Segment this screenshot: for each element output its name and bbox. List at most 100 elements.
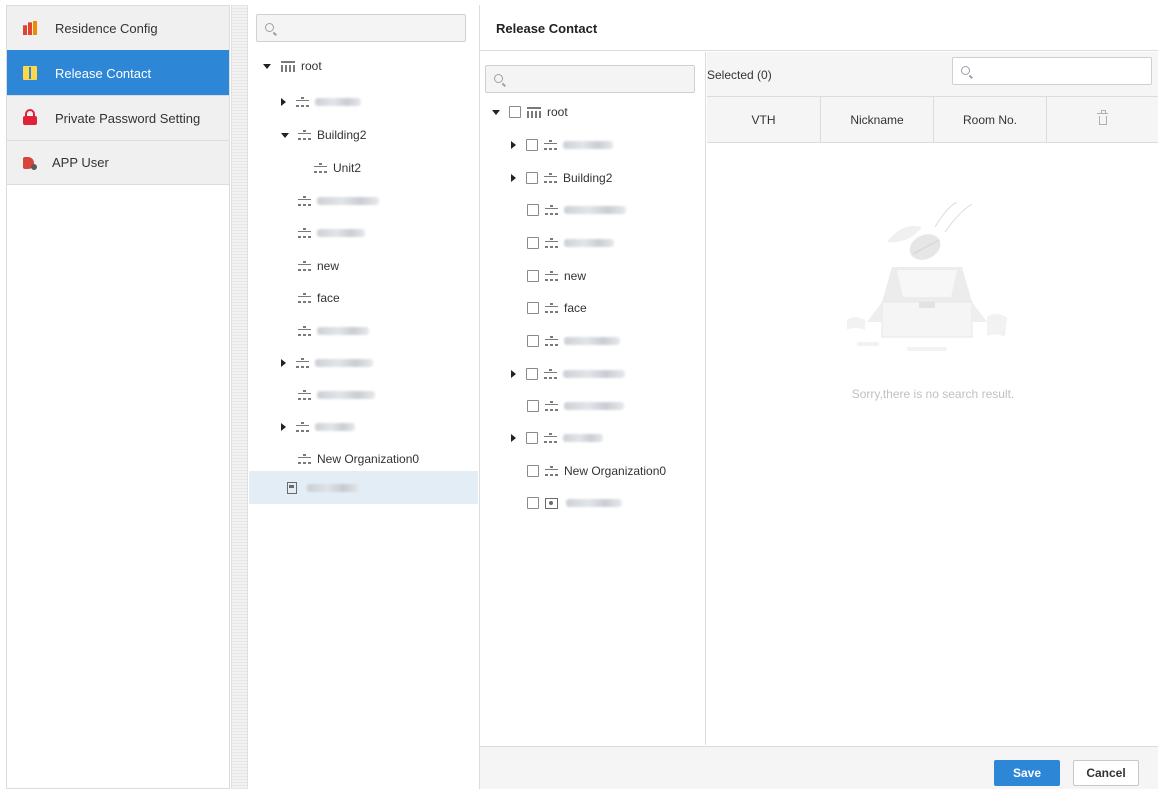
collapse-arrow-icon[interactable] xyxy=(281,132,289,138)
save-button[interactable]: Save xyxy=(994,760,1060,786)
nav-item-residence-config[interactable]: Residence Config xyxy=(7,5,229,50)
expand-arrow-icon[interactable] xyxy=(281,98,286,106)
org-tree-node-root[interactable]: root xyxy=(263,56,322,76)
book-icon xyxy=(23,66,37,80)
search-icon xyxy=(494,74,503,83)
contact-tree-column: root Building2 new face New Organization… xyxy=(480,52,706,745)
checkbox[interactable] xyxy=(526,432,538,444)
blurred-node-label xyxy=(307,483,359,492)
checkbox[interactable] xyxy=(526,368,538,380)
expand-arrow-icon[interactable] xyxy=(511,174,516,182)
nav-item-label: Release Contact xyxy=(55,65,152,81)
contact-tree-node[interactable] xyxy=(527,200,626,220)
checkbox[interactable] xyxy=(527,270,539,282)
selected-contacts-column: Selected (0) VTH Nickname Room No. Sorry… xyxy=(707,52,1158,745)
empty-box-illustration xyxy=(847,202,1007,351)
trash-icon[interactable] xyxy=(1097,109,1108,125)
checkbox[interactable] xyxy=(527,204,539,216)
delete-all-column[interactable] xyxy=(1047,97,1158,143)
tree-node-label: Building2 xyxy=(563,171,613,185)
organization-icon xyxy=(544,433,557,443)
contact-tree-node[interactable] xyxy=(511,364,625,384)
contact-tree-node[interactable] xyxy=(527,331,620,351)
root-org-icon xyxy=(281,60,295,72)
nav-item-app-user[interactable]: APP User xyxy=(7,140,229,185)
contact-card-icon xyxy=(545,497,558,509)
selected-search-input[interactable] xyxy=(953,58,1151,84)
app-user-icon xyxy=(23,156,37,170)
contact-tree-node-root[interactable]: root xyxy=(492,102,568,122)
blurred-node-label xyxy=(563,434,603,442)
organization-icon xyxy=(296,97,309,107)
organization-icon xyxy=(544,140,557,150)
column-header-nickname[interactable]: Nickname xyxy=(821,97,934,143)
collapse-arrow-icon[interactable] xyxy=(492,109,500,115)
expand-arrow-icon[interactable] xyxy=(511,141,516,149)
organization-icon xyxy=(544,173,557,183)
org-search-input[interactable] xyxy=(257,15,465,41)
contact-tree-search-input[interactable] xyxy=(486,66,694,92)
blurred-node-label xyxy=(317,197,379,205)
contact-tree-node-face[interactable]: face xyxy=(527,298,587,318)
selected-search-box xyxy=(952,57,1152,85)
org-tree-node[interactable] xyxy=(298,191,379,211)
organization-icon xyxy=(545,205,558,215)
org-tree-node[interactable] xyxy=(298,223,365,243)
organization-icon xyxy=(314,163,327,173)
checkbox[interactable] xyxy=(509,106,521,118)
org-tree-node[interactable] xyxy=(281,353,373,373)
org-tree-node[interactable] xyxy=(298,321,369,341)
checkbox[interactable] xyxy=(527,400,539,412)
contact-tree-node-building2[interactable]: Building2 xyxy=(511,168,612,188)
checkbox[interactable] xyxy=(526,172,538,184)
nav-item-release-contact[interactable]: Release Contact xyxy=(7,50,229,95)
organization-icon xyxy=(545,238,558,248)
org-tree-node-device-selected[interactable] xyxy=(249,471,478,504)
column-header-vth[interactable]: VTH xyxy=(707,97,821,143)
org-tree-node-new[interactable]: new xyxy=(298,256,339,276)
checkbox[interactable] xyxy=(527,465,539,477)
nav-item-private-password-setting[interactable]: Private Password Setting xyxy=(7,95,229,140)
contact-tree-node[interactable] xyxy=(511,135,613,155)
expand-arrow-icon[interactable] xyxy=(511,434,516,442)
checkbox[interactable] xyxy=(527,302,539,314)
contact-tree-node[interactable] xyxy=(511,428,603,448)
contact-tree-node-new[interactable]: new xyxy=(527,266,586,286)
tree-node-label: face xyxy=(317,291,340,305)
checkbox[interactable] xyxy=(527,237,539,249)
org-search-box xyxy=(256,14,466,42)
org-tree-node-unit2[interactable]: Unit2 xyxy=(314,158,361,178)
cancel-button[interactable]: Cancel xyxy=(1073,760,1139,786)
org-tree-node-face[interactable]: face xyxy=(298,288,340,308)
panel-splitter-handle[interactable] xyxy=(231,5,248,789)
expand-arrow-icon[interactable] xyxy=(281,359,286,367)
nav-item-label: Residence Config xyxy=(55,20,158,36)
checkbox[interactable] xyxy=(527,497,539,509)
blurred-node-label xyxy=(315,359,373,367)
organization-icon xyxy=(298,196,311,206)
organization-icon xyxy=(545,303,558,313)
search-icon xyxy=(961,66,970,75)
checkbox[interactable] xyxy=(526,139,538,151)
expand-arrow-icon[interactable] xyxy=(511,370,516,378)
checkbox[interactable] xyxy=(527,335,539,347)
column-header-room-no[interactable]: Room No. xyxy=(934,97,1047,143)
org-tree-node[interactable] xyxy=(298,385,375,405)
tree-node-label: new xyxy=(564,269,587,283)
org-tree-node[interactable] xyxy=(281,92,361,112)
contact-tree-node-card[interactable] xyxy=(527,493,622,513)
org-tree-node[interactable] xyxy=(281,417,355,437)
collapse-arrow-icon[interactable] xyxy=(263,63,271,69)
organization-icon xyxy=(545,466,558,476)
org-tree-node-new-organization0[interactable]: New Organization0 xyxy=(298,449,419,469)
organization-icon xyxy=(298,261,311,271)
organization-icon xyxy=(296,422,309,432)
contact-tree-node-new-organization0[interactable]: New Organization0 xyxy=(527,461,666,481)
contact-tree-node[interactable] xyxy=(527,396,624,416)
selected-table-header: VTH Nickname Room No. xyxy=(707,97,1158,143)
release-contact-header: Release Contact xyxy=(480,5,1158,51)
org-tree-node-building2[interactable]: Building2 xyxy=(281,125,366,145)
expand-arrow-icon[interactable] xyxy=(281,423,286,431)
contact-tree-node[interactable] xyxy=(527,233,614,253)
device-icon xyxy=(287,481,297,494)
